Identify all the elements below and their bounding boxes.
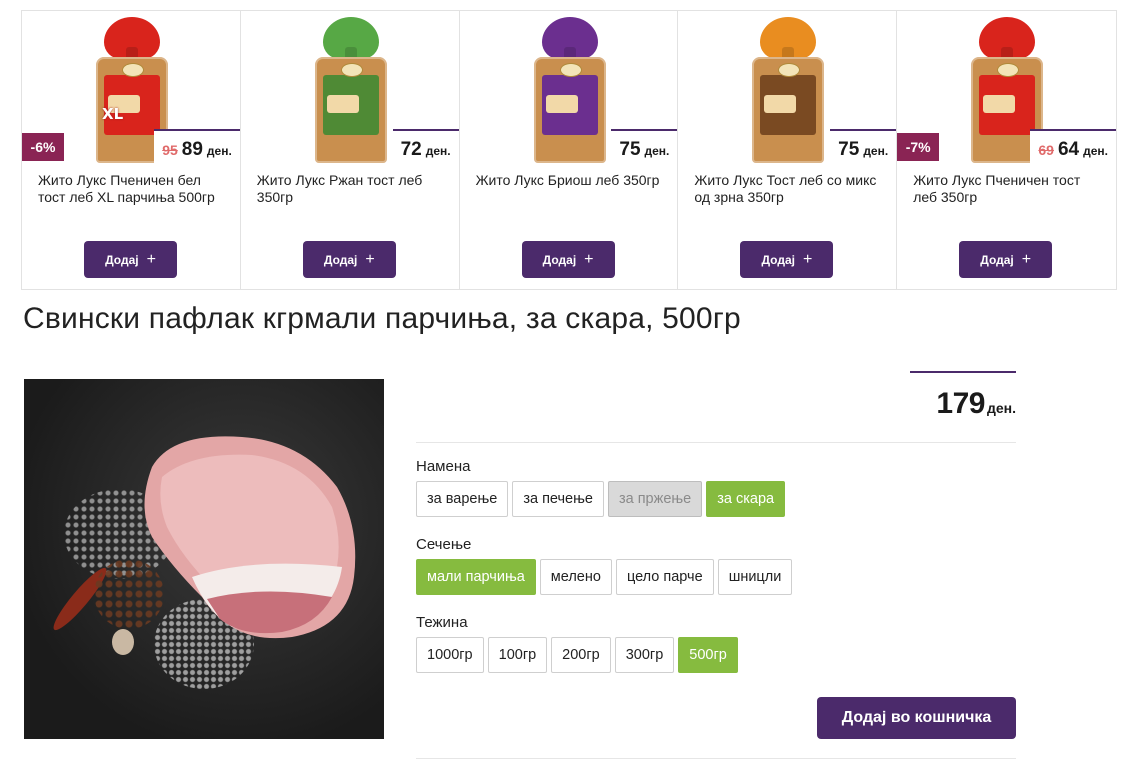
option-chip[interactable]: 300гр bbox=[614, 637, 675, 673]
option-label-purpose: Намена bbox=[416, 458, 471, 475]
option-chip[interactable]: 1000гр bbox=[416, 637, 484, 673]
price-box: 75 ден. bbox=[611, 129, 678, 165]
option-chip[interactable]: мали парчиња bbox=[416, 559, 536, 595]
product-name[interactable]: Жито Лукс Пченичен бел тост леб XL парчи… bbox=[38, 172, 228, 206]
price-box: 75 ден. bbox=[830, 129, 897, 165]
product-card[interactable]: XL -6% 95 89 ден. Жито Лукс Пченичен бел… bbox=[22, 11, 241, 289]
divider bbox=[416, 442, 1016, 443]
add-button[interactable]: Додај + bbox=[959, 241, 1053, 278]
old-price: 69 bbox=[1038, 142, 1054, 158]
price-value: 75 bbox=[838, 139, 860, 160]
option-chip[interactable]: 200гр bbox=[551, 637, 611, 673]
price-currency: ден. bbox=[1083, 144, 1108, 158]
price-box: 72 ден. bbox=[392, 129, 459, 165]
plus-icon: + bbox=[1021, 250, 1032, 268]
plus-icon: + bbox=[802, 250, 813, 268]
price-currency: ден. bbox=[206, 144, 232, 158]
bag-top-shape bbox=[104, 17, 160, 59]
price-value: 72 bbox=[400, 139, 422, 160]
add-button-label: Додај bbox=[323, 252, 358, 267]
product-main-image[interactable] bbox=[24, 379, 384, 739]
bag-top-shape bbox=[541, 17, 598, 59]
product-price-value: 179 bbox=[936, 387, 985, 420]
add-button[interactable]: Додај + bbox=[740, 241, 834, 278]
option-chip[interactable]: цело парче bbox=[615, 559, 714, 595]
bag-body-shape bbox=[533, 57, 606, 163]
option-group-weight: 1000гр 100гр 200гр 300гр 500гр bbox=[416, 637, 738, 673]
bread-slice-shape bbox=[545, 95, 578, 113]
discount-badge: -7% bbox=[897, 133, 940, 161]
bag-body-shape bbox=[314, 57, 387, 163]
option-chip[interactable]: за печење bbox=[512, 481, 604, 517]
price-box: 69 64 ден. bbox=[1030, 129, 1116, 165]
garlic-decoration bbox=[112, 629, 134, 655]
old-price: 95 bbox=[162, 142, 178, 158]
divider bbox=[416, 758, 1016, 759]
bag-xl-text: XL bbox=[102, 105, 124, 123]
bread-slice-shape bbox=[764, 95, 797, 113]
option-chip[interactable]: за скара bbox=[706, 481, 786, 517]
option-chip[interactable]: мелено bbox=[539, 559, 612, 595]
product-name[interactable]: Жито Лукс Пченичен тост леб 350гр bbox=[913, 172, 1103, 206]
bread-slice-shape bbox=[983, 95, 1016, 113]
option-label-weight: Тежина bbox=[416, 614, 468, 631]
related-products-carousel: XL -6% 95 89 ден. Жито Лукс Пченичен бел… bbox=[21, 10, 1117, 290]
add-button[interactable]: Додај + bbox=[521, 241, 615, 278]
price-box: 95 89 ден. bbox=[154, 129, 240, 165]
bag-top-shape bbox=[322, 17, 379, 59]
product-price-currency: ден. bbox=[986, 400, 1016, 416]
product-card[interactable]: 75 ден. Жито Лукс Бриош леб 350гр Додај … bbox=[460, 11, 679, 289]
option-group-cut: мали парчиња мелено цело парче шницли bbox=[416, 559, 793, 595]
option-label-cut: Сечење bbox=[416, 536, 472, 553]
plus-icon: + bbox=[584, 250, 594, 268]
bag-body-shape bbox=[752, 57, 825, 163]
add-button-label: Додај bbox=[105, 252, 139, 267]
product-card[interactable]: -7% 69 64 ден. Жито Лукс Пченичен тост л… bbox=[897, 11, 1116, 289]
bag-top-shape bbox=[979, 17, 1036, 59]
bread-slice-shape bbox=[326, 95, 359, 113]
product-image[interactable] bbox=[520, 17, 620, 165]
price-currency: ден. bbox=[863, 144, 889, 158]
add-to-cart-button[interactable]: Додај во кошничка bbox=[817, 697, 1016, 739]
option-chip[interactable]: 100гр bbox=[487, 637, 548, 673]
option-chip[interactable]: шницли bbox=[717, 559, 793, 595]
product-price: 179 ден. bbox=[910, 371, 1016, 421]
price-value: 89 bbox=[181, 139, 203, 160]
add-button-label: Додај bbox=[761, 252, 795, 267]
price-value: 64 bbox=[1057, 139, 1080, 160]
pork-belly-image bbox=[144, 436, 356, 639]
product-name[interactable]: Жито Лукс Ржан тост леб 350гр bbox=[257, 172, 447, 206]
option-chip[interactable]: 500гр bbox=[678, 637, 738, 673]
plus-icon: + bbox=[365, 250, 375, 268]
product-name[interactable]: Жито Лукс Тост леб со микс од зрна 350гр bbox=[694, 172, 884, 206]
price-value: 75 bbox=[619, 139, 641, 160]
option-chip[interactable]: за варење bbox=[416, 481, 509, 517]
add-button[interactable]: Додај + bbox=[302, 241, 396, 278]
bag-top-shape bbox=[760, 17, 817, 59]
plus-icon: + bbox=[146, 250, 156, 268]
product-card[interactable]: 75 ден. Жито Лукс Тост леб со микс од зр… bbox=[678, 11, 898, 289]
discount-badge: -6% bbox=[22, 133, 64, 161]
product-image[interactable] bbox=[738, 17, 838, 165]
add-button[interactable]: Додај + bbox=[84, 241, 177, 278]
add-button-label: Додај bbox=[542, 252, 577, 267]
price-currency: ден. bbox=[425, 144, 451, 158]
page-title: Свински пафлак кгрмали парчиња, за скара… bbox=[23, 302, 741, 335]
product-name[interactable]: Жито Лукс Бриош леб 350гр bbox=[476, 172, 666, 189]
option-chip[interactable]: за пржење bbox=[607, 481, 703, 517]
add-button-label: Додај bbox=[980, 252, 1014, 267]
product-image[interactable] bbox=[301, 17, 401, 165]
price-currency: ден. bbox=[644, 144, 670, 158]
product-card[interactable]: 72 ден. Жито Лукс Ржан тост леб 350гр До… bbox=[241, 11, 460, 289]
option-group-purpose: за варење за печење за пржење за скара bbox=[416, 481, 786, 517]
